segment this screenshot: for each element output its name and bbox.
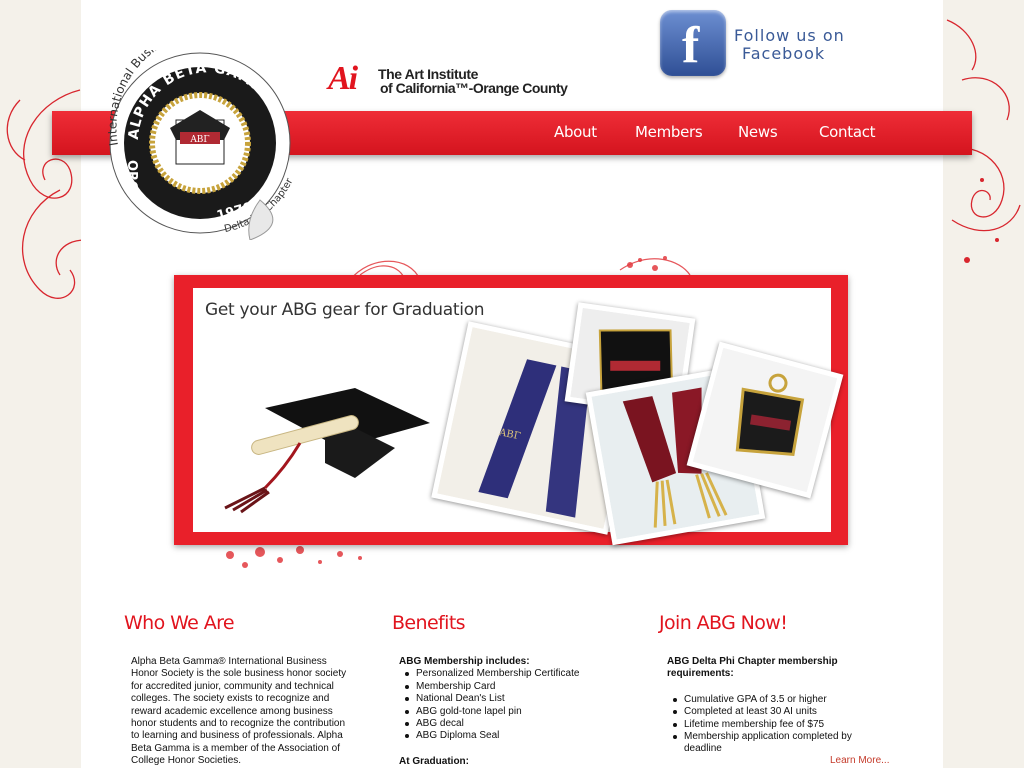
who-we-are-paragraph: Alpha Beta Gamma® International Business…: [131, 656, 347, 767]
join-abg-title: Join ABG Now!: [659, 612, 788, 634]
swirl-decoration-left: [6, 89, 86, 299]
learn-more-link[interactable]: Learn More...: [830, 755, 889, 766]
benefits-item: Membership Card: [399, 681, 629, 693]
seal-side-text: ORG: [124, 160, 139, 192]
seal-greek: ΑΒΓ: [189, 135, 209, 145]
graduation-gear-banner[interactable]: Get your ABG gear for Graduation ΑΒΓ: [174, 275, 848, 546]
benefits-list: Personalized Membership Certificate Memb…: [399, 668, 629, 742]
benefits-item: ABG decal: [399, 718, 629, 730]
who-we-are-title: Who We Are: [124, 612, 235, 634]
facebook-text-line2: Facebook: [742, 44, 826, 63]
ai-mark: Ai: [328, 60, 358, 97]
benefits-heading: ABG Membership includes:: [399, 656, 530, 667]
ai-logo-line2: of California™-Orange County: [380, 80, 568, 96]
nav-about[interactable]: About: [554, 123, 597, 141]
graduation-cap-image: [224, 388, 430, 514]
nav-contact[interactable]: Contact: [819, 123, 876, 141]
who-we-are-text: Alpha Beta Gamma® International Business…: [131, 656, 356, 768]
banner-title: Get your ABG gear for Graduation: [205, 300, 485, 320]
join-requirement-item: Membership application completed by dead…: [667, 731, 877, 756]
join-requirements-list: Cumulative GPA of 3.5 or higher Complete…: [667, 694, 877, 756]
facebook-icon-letter: f: [682, 17, 700, 74]
nav-members[interactable]: Members: [635, 123, 703, 141]
join-requirement-item: Lifetime membership fee of $75: [667, 719, 877, 731]
join-heading: ABG Delta Phi Chapter membership require…: [667, 656, 838, 680]
banner-content: Get your ABG gear for Graduation ΑΒΓ: [193, 288, 844, 546]
art-institute-logo[interactable]: Ai The Art Institute of California™-Oran…: [328, 60, 568, 100]
facebook-icon[interactable]: f: [660, 10, 726, 76]
benefits-item: National Dean's List: [399, 693, 629, 705]
benefits-title: Benefits: [392, 612, 466, 634]
nav-news[interactable]: News: [738, 123, 778, 141]
benefits-graduation-heading: At Graduation:: [399, 755, 469, 767]
benefits-item: ABG gold-tone lapel pin: [399, 706, 629, 718]
benefits-section: ABG Membership includes: Personalized Me…: [399, 656, 629, 768]
benefits-item: Personalized Membership Certificate: [399, 668, 629, 680]
join-section: ABG Delta Phi Chapter membership require…: [667, 656, 877, 756]
join-requirement-item: Completed at least 30 AI units: [667, 706, 877, 718]
facebook-follow-link[interactable]: f Follow us on Facebook: [660, 10, 870, 76]
facebook-text-line1: Follow us on: [734, 26, 845, 45]
abg-seal-logo[interactable]: ΑΒΓ International Business Honor Society…: [100, 21, 310, 241]
benefits-item: ABG Diploma Seal: [399, 730, 629, 742]
join-requirement-item: Cumulative GPA of 3.5 or higher: [667, 694, 877, 706]
